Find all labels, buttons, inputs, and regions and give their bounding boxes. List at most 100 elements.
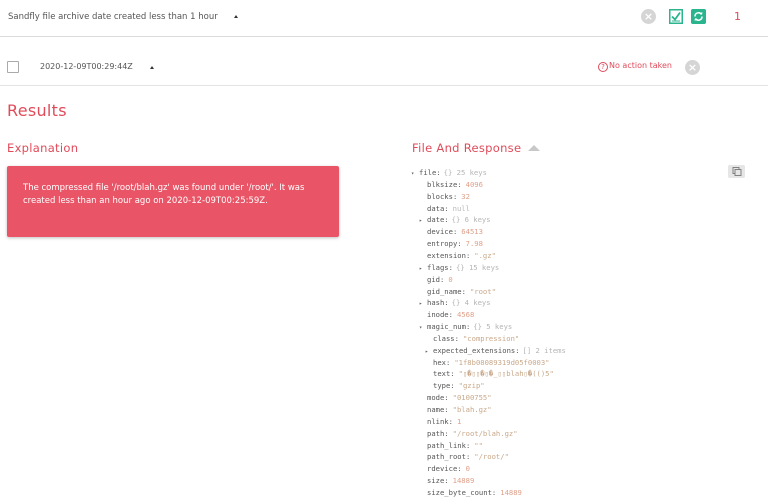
tree-key: magic_num:	[427, 322, 471, 332]
tree-key: blocks:	[427, 191, 458, 201]
tree-value: 14889	[500, 487, 522, 497]
tree-key: date:	[427, 215, 449, 225]
tree-key: name:	[427, 405, 449, 414]
tree-node: size: 14889	[427, 475, 474, 487]
tree-value: 0	[465, 464, 470, 474]
checklist-icon[interactable]	[669, 9, 683, 24]
caret-up-icon[interactable]	[234, 15, 238, 18]
tree-value: 4568	[456, 310, 475, 320]
tree-key: text:	[433, 369, 455, 379]
tree-key: extension:	[427, 250, 471, 260]
tree-key: device:	[427, 227, 458, 237]
tree-key: path_root:	[427, 452, 471, 462]
tree-node: hex: "1f8b08089319d05f0003"	[433, 357, 550, 369]
tree-value: 4096	[465, 179, 483, 189]
tree-value: 0	[448, 274, 453, 284]
tree-value: "0100755"	[452, 393, 492, 403]
expand-down-icon[interactable]: ▾	[419, 322, 427, 334]
tree-key: file:	[419, 168, 441, 177]
tree-meta: [] 2 items	[522, 345, 566, 355]
explanation-card: The compressed file '/root/blah.gz' was …	[7, 166, 339, 237]
row-timestamp: 2020-12-09T00:29:44Z	[40, 62, 133, 71]
tree-node[interactable]: ▾ magic_num:{} 5 keys	[419, 321, 512, 333]
tree-value: "compression"	[462, 333, 520, 343]
tree-node[interactable]: ▾ file:{} 25 keys	[411, 167, 487, 179]
tree-key: mode:	[427, 393, 449, 403]
tree-node: type: "gzip"	[433, 380, 485, 392]
tree-value: 64513	[461, 227, 483, 237]
tree-value: 14889	[452, 476, 475, 486]
tree-node: path_link: ""	[427, 440, 483, 452]
tree-node: inode: 4568	[427, 309, 474, 321]
tree-value: "▯�▯▯�▯�_▯▯blah▯�(()5"	[458, 369, 554, 379]
tree-value: "gzip"	[458, 381, 485, 391]
alert-title: Sandfly file archive date created less t…	[8, 12, 218, 22]
tree-node: mode: "0100755"	[427, 392, 492, 404]
tree-node: entropy: 7.98	[427, 238, 483, 250]
tree-meta: {} 25 keys	[443, 168, 487, 177]
tree-value: ""	[474, 440, 483, 450]
results-heading: Results	[7, 101, 67, 120]
tree-meta: {} 4 keys	[451, 298, 491, 308]
tree-key: entropy:	[427, 239, 462, 249]
tree-key: hash:	[427, 298, 449, 308]
tree-meta: {} 5 keys	[473, 322, 513, 332]
tree-key: data:	[427, 203, 449, 213]
status-label: ? No action taken	[598, 61, 672, 72]
tree-node: blksize: 4096	[427, 179, 483, 191]
tree-key: nlink:	[427, 416, 453, 426]
tree-key: expected_extensions:	[433, 345, 520, 355]
tree-key: size_byte_count:	[427, 487, 497, 497]
tree-node: device: 64513	[427, 226, 483, 238]
tree-node[interactable]: ▸ hash:{} 4 keys	[419, 297, 491, 309]
tree-value: 1	[456, 416, 462, 426]
tree-node[interactable]: ▸ date:{} 6 keys	[419, 214, 491, 226]
tree-node: blocks: 32	[427, 191, 470, 203]
tree-key: size:	[427, 476, 449, 486]
tree-node: text: "▯�▯▯�▯�_▯▯blah▯�(()5"	[433, 368, 554, 380]
tree-key: gid:	[427, 274, 445, 284]
tree-node: extension: ".gz"	[427, 250, 496, 262]
expand-right-icon[interactable]: ▸	[419, 215, 427, 227]
question-circle-icon: ?	[598, 62, 608, 72]
tree-value: 7.98	[465, 239, 483, 249]
expand-right-icon[interactable]: ▸	[419, 298, 427, 310]
tree-node: size_byte_count: 14889	[427, 487, 522, 499]
tree-meta: {} 15 keys	[455, 262, 500, 272]
tree-key: blksize:	[427, 179, 462, 189]
tree-node[interactable]: ▸ flags:{} 15 keys	[419, 262, 499, 274]
file-and-response-heading: File And Response	[412, 141, 522, 155]
tree-value: 32	[461, 191, 470, 201]
sync-icon[interactable]	[691, 9, 706, 24]
explanation-heading: Explanation	[7, 141, 79, 155]
tree-key: path_link:	[427, 440, 471, 450]
tree-node: rdevice: 0	[427, 463, 470, 475]
tree-node: path: "/root/blah.gz"	[427, 428, 518, 440]
result-row[interactable]: 2020-12-09T00:29:44Z ? No action taken ×	[0, 37, 768, 86]
result-count: 1	[734, 10, 741, 23]
tree-value: "1f8b08089319d05f0003"	[454, 357, 550, 367]
tree-node: gid: 0	[427, 274, 453, 286]
close-circle-icon[interactable]: ×	[685, 60, 700, 75]
expand-right-icon[interactable]: ▸	[425, 346, 433, 358]
tree-key: gid_name:	[427, 286, 466, 296]
close-circle-icon[interactable]: ×	[641, 9, 656, 24]
tree-node: class: "compression"	[433, 333, 519, 345]
tree-key: flags:	[427, 262, 453, 272]
explanation-text: The compressed file '/root/blah.gz' was …	[23, 183, 305, 206]
expand-right-icon[interactable]: ▸	[419, 263, 427, 275]
tree-key: type:	[433, 381, 455, 391]
alert-header[interactable]: Sandfly file archive date created less t…	[0, 0, 768, 37]
row-checkbox[interactable]	[7, 61, 19, 73]
tree-node: path_root: "/root/"	[427, 451, 509, 463]
tree-meta: {} 6 keys	[451, 215, 491, 225]
copy-icon[interactable]	[728, 165, 745, 178]
caret-up-icon[interactable]	[528, 145, 540, 151]
expand-down-icon[interactable]: ▾	[411, 168, 419, 180]
tree-node: data: null	[427, 203, 470, 215]
tree-value: "root"	[469, 286, 496, 296]
tree-key: rdevice:	[427, 464, 462, 474]
tree-node[interactable]: ▸ expected_extensions:[] 2 items	[425, 345, 566, 357]
tree-value: ".gz"	[474, 250, 496, 260]
caret-up-icon[interactable]	[150, 66, 154, 69]
